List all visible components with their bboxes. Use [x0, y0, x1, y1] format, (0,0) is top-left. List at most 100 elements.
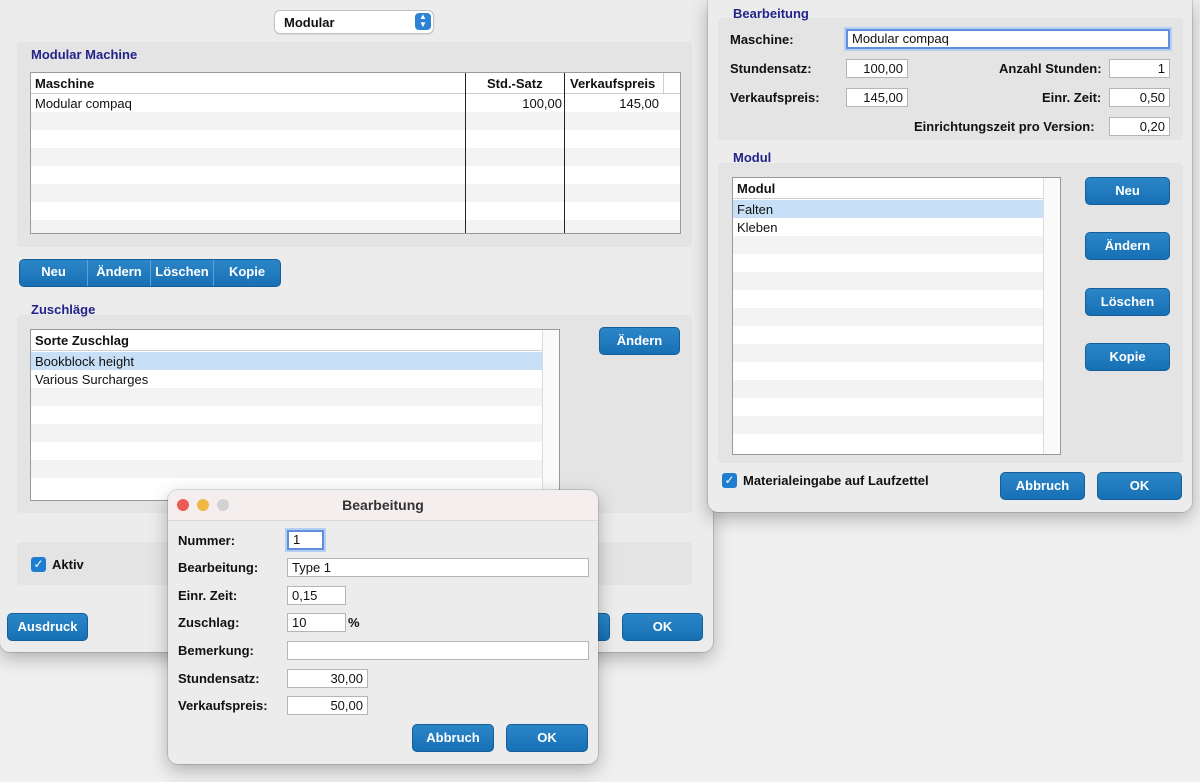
hourly-rate-input[interactable]: 30,00	[287, 669, 368, 688]
surcharge-section-title: Zuschläge	[31, 302, 96, 317]
cell-machine-name: Modular compaq	[35, 96, 132, 111]
list-item-empty	[733, 416, 1043, 434]
module-name: Kleben	[737, 220, 778, 235]
list-item-empty	[31, 406, 542, 424]
table-row-empty	[31, 202, 680, 220]
dialog-titlebar[interactable]: Bearbeitung	[168, 490, 598, 521]
ok-button[interactable]: OK	[506, 724, 588, 752]
module-name: Falten	[737, 202, 774, 217]
column-divider	[564, 73, 565, 233]
cell-rate: 100,00	[522, 96, 562, 111]
select-arrows-icon: ▲ ▼	[415, 13, 431, 30]
copy-machine-button[interactable]: Kopie	[214, 260, 280, 286]
sale-price-input[interactable]: 50,00	[287, 696, 368, 715]
surcharge-label: Zuschlag:	[178, 615, 240, 630]
remark-input[interactable]	[287, 641, 589, 660]
list-item-empty	[31, 442, 542, 460]
list-item-empty	[733, 362, 1043, 380]
remark-label: Bemerkung:	[178, 643, 254, 658]
table-row-empty	[31, 184, 680, 202]
number-input[interactable]: 1	[287, 530, 324, 550]
list-item-empty	[733, 236, 1043, 254]
list-item[interactable]: Kleben	[733, 218, 1043, 236]
active-checkbox[interactable]: ✓	[31, 557, 46, 572]
type-select[interactable]: Modular ▲ ▼	[275, 11, 433, 33]
hourly-rate-label: Stundensatz:	[730, 61, 812, 76]
cell-price: 145,00	[619, 96, 659, 111]
surcharge-name: Various Surcharges	[35, 372, 149, 387]
edit-section-title: Bearbeitung	[733, 6, 809, 21]
surcharge-input[interactable]: 10	[287, 613, 346, 632]
active-label: Aktiv	[52, 557, 84, 572]
ok-button[interactable]: OK	[622, 613, 703, 641]
col-header-rate[interactable]: Std.-Satz	[487, 76, 543, 91]
sale-price-label: Verkaufspreis:	[730, 90, 820, 105]
number-label: Nummer:	[178, 533, 236, 548]
delete-module-button[interactable]: Löschen	[1085, 288, 1170, 316]
material-checkbox[interactable]: ✓	[722, 473, 737, 488]
setup-time-input[interactable]: 0,50	[1109, 88, 1170, 107]
scrollbar[interactable]	[1043, 178, 1060, 454]
setup-time-label: Einr. Zeit:	[1042, 90, 1102, 105]
machine-table[interactable]: Maschine Std.-Satz Verkaufspreis Modular…	[30, 72, 681, 234]
hourly-rate-label: Stundensatz:	[178, 671, 260, 686]
edit-machine-button[interactable]: Ändern	[88, 260, 151, 286]
list-item[interactable]: Falten	[733, 200, 1043, 218]
column-divider	[465, 73, 466, 233]
processing-input[interactable]: Type 1	[287, 558, 589, 577]
surcharge-table[interactable]: Sorte Zuschlag Bookblock height Various …	[30, 329, 560, 501]
edit-surcharge-button[interactable]: Ändern	[599, 327, 680, 355]
module-table[interactable]: Modul Falten Kleben	[732, 177, 1061, 455]
col-header-price[interactable]: Verkaufspreis	[570, 76, 655, 91]
list-item-empty	[733, 434, 1043, 452]
table-row-empty	[31, 112, 680, 130]
edit-module-button[interactable]: Ändern	[1085, 232, 1170, 260]
module-table-header: Modul	[733, 178, 1060, 199]
scrollbar[interactable]	[542, 330, 559, 500]
cancel-button[interactable]: Abbruch	[412, 724, 494, 752]
setup-per-version-input[interactable]: 0,20	[1109, 117, 1170, 136]
list-item[interactable]: Bookblock height	[31, 352, 542, 370]
setup-per-version-label: Einrichtungszeit pro Version:	[914, 119, 1095, 134]
list-item-empty	[31, 388, 542, 406]
col-header-module[interactable]: Modul	[737, 181, 775, 196]
table-row[interactable]: Modular compaq 100,00 145,00	[31, 94, 680, 112]
surcharge-table-header: Sorte Zuschlag	[31, 330, 559, 351]
surcharge-name: Bookblock height	[35, 354, 135, 369]
col-header-machine[interactable]: Maschine	[35, 76, 94, 91]
col-header-surcharge-type[interactable]: Sorte Zuschlag	[35, 333, 129, 348]
machine-section-title: Modular Machine	[31, 47, 138, 62]
list-item[interactable]: Various Surcharges	[31, 370, 542, 388]
delete-machine-button[interactable]: Löschen	[151, 260, 214, 286]
sale-price-input[interactable]: 145,00	[846, 88, 908, 107]
list-item-empty	[733, 344, 1043, 362]
new-module-button[interactable]: Neu	[1085, 177, 1170, 205]
copy-module-button[interactable]: Kopie	[1085, 343, 1170, 371]
list-item-empty	[733, 308, 1043, 326]
processing-label: Bearbeitung:	[178, 560, 259, 575]
machine-name-input[interactable]: Modular compaq	[846, 29, 1170, 49]
edit-machine-window: Bearbeitung Maschine: Modular compaq Stu…	[708, 0, 1192, 512]
list-item-empty	[733, 254, 1043, 272]
type-select-value: Modular	[284, 15, 335, 30]
print-button[interactable]: Ausdruck	[7, 613, 88, 641]
hours-label: Anzahl Stunden:	[999, 61, 1102, 76]
table-row-empty	[31, 148, 680, 166]
list-item-empty	[733, 380, 1043, 398]
table-row-empty	[31, 166, 680, 184]
new-machine-button[interactable]: Neu	[20, 260, 88, 286]
hourly-rate-input[interactable]: 100,00	[846, 59, 908, 78]
cancel-button[interactable]: Abbruch	[1000, 472, 1085, 500]
ok-button[interactable]: OK	[1097, 472, 1182, 500]
surcharge-unit: %	[348, 615, 360, 630]
list-item-empty	[733, 398, 1043, 416]
list-item-empty	[31, 460, 542, 478]
hours-input[interactable]: 1	[1109, 59, 1170, 78]
table-row-empty	[31, 220, 680, 233]
sale-price-label: Verkaufspreis:	[178, 698, 268, 713]
column-divider	[663, 73, 664, 93]
list-item-empty	[733, 326, 1043, 344]
list-item-empty	[733, 290, 1043, 308]
dialog-title: Bearbeitung	[342, 497, 424, 513]
setup-time-input[interactable]: 0,15	[287, 586, 346, 605]
